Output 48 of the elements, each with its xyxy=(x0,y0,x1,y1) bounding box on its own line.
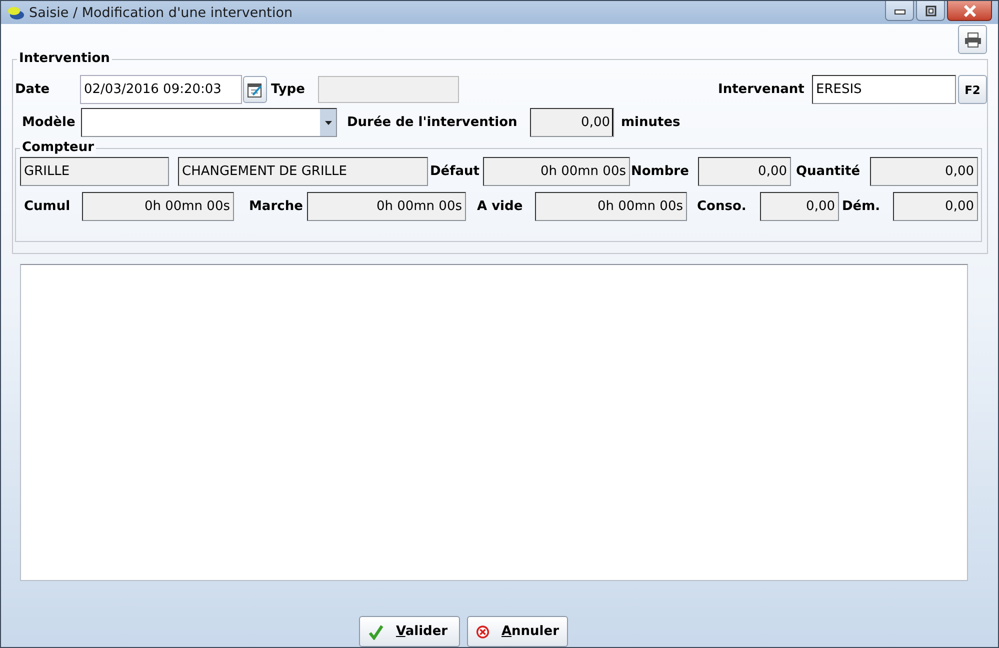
type-field[interactable] xyxy=(318,76,459,103)
date-label: Date xyxy=(15,82,51,97)
counter-field[interactable]: 0,00 xyxy=(893,192,978,221)
date-field[interactable]: 02/03/2016 09:20:03 xyxy=(80,75,242,104)
modele-dropdown[interactable] xyxy=(81,108,337,137)
print-button[interactable] xyxy=(958,25,987,54)
counter-field[interactable]: 0h 00mn 00s xyxy=(82,192,234,221)
type-label: Type xyxy=(271,82,306,97)
maximize-icon xyxy=(924,4,936,16)
counter-field[interactable]: GRILLE xyxy=(20,157,169,186)
cancel-icon xyxy=(476,624,490,640)
counter-label: Conso. xyxy=(697,199,748,214)
counter-field[interactable]: CHANGEMENT DE GRILLE xyxy=(178,157,428,186)
calendar-icon xyxy=(247,82,263,98)
group-legend: Compteur xyxy=(20,140,96,155)
modele-label: Modèle xyxy=(22,115,76,130)
lookup-button[interactable]: F2 xyxy=(958,75,987,104)
counter-label: Quantité xyxy=(796,164,862,179)
duration-field[interactable]: 0,00 xyxy=(530,108,614,137)
counter-label: Défaut xyxy=(430,164,481,179)
intervenant-field[interactable]: ERESIS xyxy=(812,75,956,104)
app-icon xyxy=(7,6,25,20)
duration-label: Durée de l'intervention xyxy=(347,115,518,130)
close-icon xyxy=(962,4,976,16)
counter-label: Cumul xyxy=(24,199,72,214)
counter-field[interactable]: 0h 00mn 00s xyxy=(483,157,630,186)
intervenant-label: Intervenant xyxy=(718,82,806,97)
dropdown-arrow-icon xyxy=(324,120,332,124)
cancel-button[interactable]: Annuler xyxy=(467,616,568,647)
counter-field[interactable]: 0,00 xyxy=(698,157,791,186)
counter-label: Dém. xyxy=(842,199,882,214)
unit-label: minutes xyxy=(621,115,680,130)
calendar-button[interactable] xyxy=(243,76,267,103)
counter-label: A vide xyxy=(477,199,524,214)
printer-icon xyxy=(964,32,982,48)
counter-label: Nombre xyxy=(631,164,690,179)
window-title: Saisie / Modification d'une intervention xyxy=(29,4,293,20)
validate-button[interactable]: Valider xyxy=(359,616,460,647)
minimize-button[interactable] xyxy=(885,1,914,21)
maximize-button[interactable] xyxy=(916,1,945,21)
counter-label: Marche xyxy=(249,199,304,214)
counter-field[interactable]: 0,00 xyxy=(870,157,978,186)
counter-field[interactable]: 0h 00mn 00s xyxy=(307,192,466,221)
close-button[interactable] xyxy=(947,1,992,21)
counter-field[interactable]: 0h 00mn 00s xyxy=(535,192,687,221)
minimize-icon xyxy=(894,6,906,14)
counter-field[interactable]: 0,00 xyxy=(760,192,839,221)
checkmark-icon xyxy=(368,624,384,640)
